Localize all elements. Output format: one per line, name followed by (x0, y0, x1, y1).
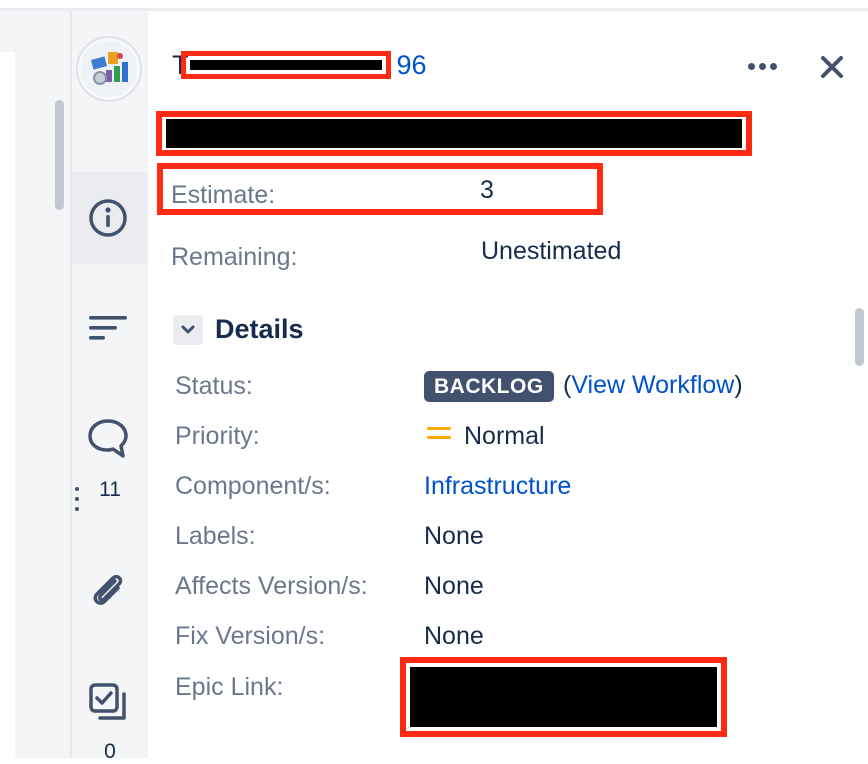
fix-versions-value[interactable]: None (424, 622, 484, 651)
details-collapse-button[interactable] (173, 315, 203, 345)
project-avatar[interactable] (76, 36, 142, 102)
priority-label: Priority: (175, 422, 260, 450)
affects-versions-value[interactable]: None (424, 572, 484, 601)
status-badge[interactable]: BACKLOG (424, 371, 554, 402)
comment-count: 11 (99, 478, 121, 501)
chevron-down-icon (181, 325, 195, 334)
description-icon[interactable] (86, 306, 130, 350)
comment-icon[interactable] (86, 416, 130, 460)
epic-link-label: Epic Link: (175, 673, 284, 701)
detail-nav-rail (72, 11, 148, 758)
priority-medium-icon (427, 427, 451, 443)
redacted-issue-summary (166, 119, 742, 148)
redacted-epic-link (410, 667, 717, 727)
subtasks-count: 0 (104, 740, 116, 763)
detail-scrollbar[interactable] (855, 308, 864, 366)
board-scrollbar[interactable] (55, 100, 64, 210)
project-logo-icon (81, 41, 137, 97)
components-label: Component/s: (175, 472, 331, 500)
resize-handle[interactable] (75, 487, 81, 519)
estimate-value[interactable]: 3 (480, 176, 494, 205)
labels-value[interactable]: None (424, 522, 484, 551)
fix-versions-label: Fix Version/s: (175, 622, 326, 650)
attachment-icon[interactable] (86, 568, 130, 612)
components-value-link[interactable]: Infrastructure (424, 472, 571, 501)
subtasks-checklist-icon[interactable] (86, 680, 130, 724)
estimate-label: Estimate: (171, 181, 276, 209)
close-icon[interactable] (815, 50, 849, 84)
labels-label: Labels: (175, 522, 256, 550)
redacted-project-name (190, 60, 382, 70)
affects-versions-label: Affects Version/s: (175, 572, 368, 600)
priority-value[interactable]: Normal (464, 422, 545, 451)
view-workflow-link[interactable]: View Workflow (571, 371, 734, 399)
remaining-value: Unestimated (481, 237, 622, 265)
more-actions-button[interactable] (742, 52, 782, 80)
remaining-label: Remaining: (171, 243, 298, 271)
info-icon[interactable] (86, 196, 130, 240)
status-label: Status: (175, 372, 253, 400)
issue-key-link[interactable]: 96 (397, 50, 427, 80)
view-workflow: (View Workflow) (563, 371, 743, 399)
details-heading: Details (215, 314, 304, 344)
board-column-inner (0, 52, 15, 758)
